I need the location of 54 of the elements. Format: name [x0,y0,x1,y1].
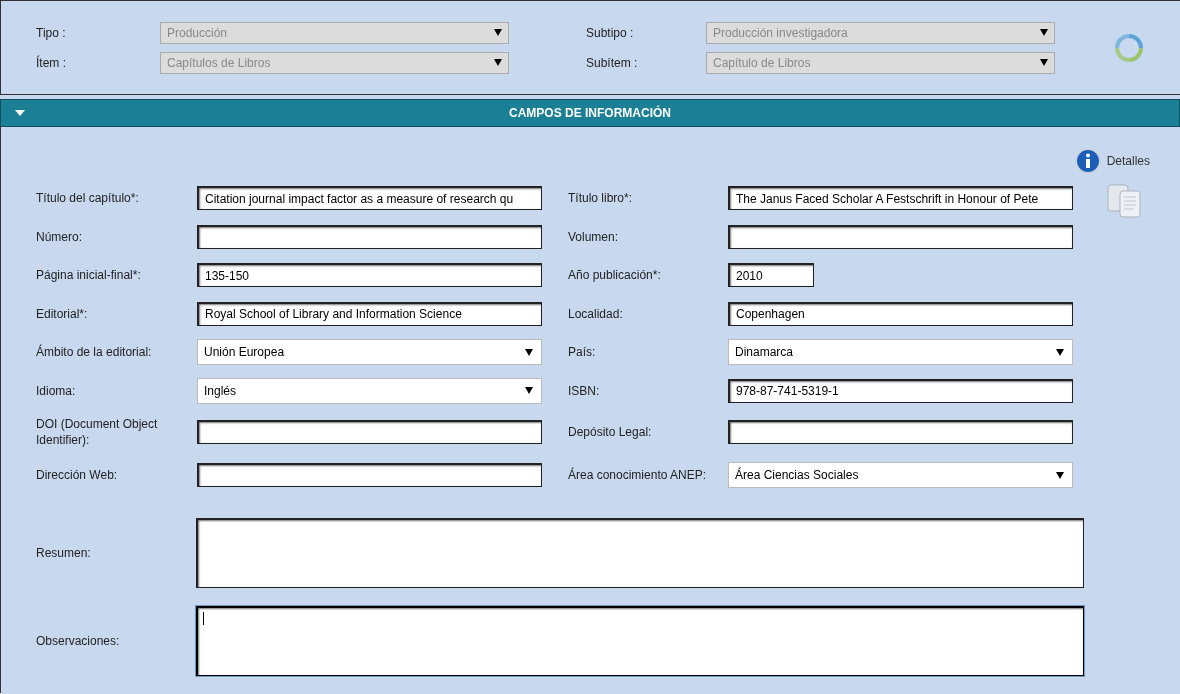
field-label: Título del capítulo*: [36,190,140,207]
dropdown-arrow-icon [1056,471,1064,479]
field-label: Título libro*: [568,190,634,207]
dropdown-arrow-icon [1056,348,1064,356]
field-label: Área conocimiento ANEP: [568,467,708,483]
text-area[interactable] [196,606,1084,676]
text-cursor [203,612,204,625]
dropdown[interactable]: Inglés [197,377,542,404]
field-label: Número: [36,228,83,245]
text-area[interactable] [196,518,1084,588]
field-label: Dirección Web: [36,467,119,483]
info-icon[interactable] [1074,148,1101,174]
dropdown-arrow-icon [1040,29,1048,36]
dropdown[interactable]: Dinamarca [728,339,1073,366]
dropdown-arrow-icon [525,387,533,395]
input-field[interactable]: Citation journal impact factor as a measure of research qu [197,186,542,211]
field-label: Página inicial-final*: [36,267,142,284]
field-label: Volumen: [568,228,620,245]
field-label: Ítem : [36,54,67,72]
field-label: ISBN: [568,382,601,399]
input-field[interactable]: Copenhagen [728,301,1073,326]
input-field[interactable] [197,463,542,487]
collapse-arrow-icon [15,110,25,116]
field-label: Editorial*: [36,305,89,322]
field-label: Subítem : [586,54,639,72]
input-field[interactable]: 135-150 [197,263,542,288]
details-link[interactable]: Detalles [1106,152,1150,170]
field-label: DOI (Document Object Identifier): [36,416,159,448]
input-field[interactable] [197,420,542,444]
dropdown-arrow-icon [525,348,533,356]
field-label: Tipo : [36,24,67,42]
dropdown-arrow-icon [1040,59,1048,66]
dropdown-arrow-icon [494,29,502,36]
field-label: Ámbito de la editorial: [36,344,153,361]
dropdown-arrow-icon [494,59,502,66]
input-field[interactable] [728,420,1073,444]
input-field[interactable] [197,224,542,249]
field-label: Localidad: [568,305,624,322]
field-label: Subtipo : [586,24,635,42]
field-label: Depósito Legal: [568,424,653,440]
field-label: Idioma: [36,382,77,399]
dropdown[interactable]: Área Ciencias Sociales [728,462,1073,488]
field-label: Observaciones: [36,633,121,650]
input-field[interactable]: The Janus Faced Scholar A Festschrift in Honour of Pete [728,186,1073,211]
field-label: Resumen: [36,545,92,562]
field-label: Año publicación*: [568,267,662,284]
input-field[interactable]: 2010 [728,263,814,288]
dropdown[interactable]: Unión Europea [197,339,542,366]
section-title: CAMPOS DE INFORMACIÓN [508,104,672,122]
input-field[interactable]: 978-87-741-5319-1 [728,378,1073,403]
section-header[interactable]: CAMPOS DE INFORMACIÓN [0,99,1180,127]
field-label: País: [568,344,597,361]
input-field[interactable]: Royal School of Library and Information Science [197,301,542,326]
input-field[interactable] [728,224,1073,249]
